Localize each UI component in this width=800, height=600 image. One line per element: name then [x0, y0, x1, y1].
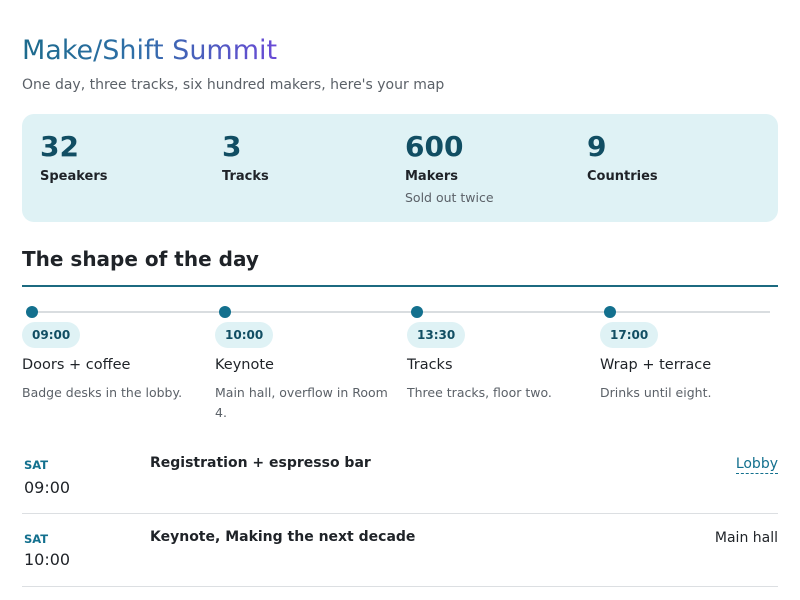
row-divider	[22, 586, 778, 587]
schedule-time: 09:00	[24, 478, 71, 497]
schedule-location-link[interactable]: Lobby	[735, 455, 778, 474]
timeline-time-badge: 17:00	[600, 322, 659, 348]
schedule-day: SAT	[24, 532, 49, 546]
timeline-stop-title: Tracks	[407, 357, 453, 373]
stat-label: Speakers	[40, 169, 108, 184]
schedule-location: Main hall	[714, 530, 778, 546]
schedule-time: 10:00	[24, 550, 71, 569]
timeline-track	[32, 311, 770, 313]
section-divider	[22, 285, 778, 287]
row-divider	[22, 513, 778, 514]
schedule-row: SAT 10:00 Keynote, Making the next decad…	[22, 529, 778, 589]
stat-countries: 9 Countries	[587, 130, 658, 186]
timeline-dot-icon	[219, 306, 231, 318]
timeline-time-badge: 10:00	[215, 322, 274, 348]
stat-value: 32	[40, 130, 79, 163]
timeline-stop-description: Three tracks, floor two.	[407, 385, 552, 400]
stats-panel: 32 Speakers 3 Tracks 600 Makers Sold out…	[22, 114, 778, 222]
stat-value: 3	[222, 130, 242, 163]
stat-tracks: 3 Tracks	[222, 130, 269, 186]
timeline-stop-description: Drinks until eight.	[600, 385, 712, 400]
timeline-stop-title: Keynote	[215, 357, 274, 373]
timeline-time-badge: 13:30	[407, 322, 466, 348]
stat-value: 600	[405, 130, 464, 163]
stat-value: 9	[587, 130, 607, 163]
timeline-dot-icon	[604, 306, 616, 318]
stat-label: Tracks	[222, 169, 269, 184]
section-heading: The shape of the day	[22, 247, 259, 271]
timeline-stop-description: Main hall, overflow in Room 4.	[215, 385, 388, 420]
schedule-session-name: Registration + espresso bar	[150, 455, 371, 471]
stat-label: Countries	[587, 169, 658, 184]
stat-note: Sold out twice	[405, 190, 494, 205]
stat-speakers: 32 Speakers	[40, 130, 108, 186]
schedule-row: SAT 09:00 Registration + espresso bar Lo…	[22, 455, 778, 515]
page-subtitle: One day, three tracks, six hundred maker…	[22, 77, 445, 93]
timeline-dot-icon	[26, 306, 38, 318]
page-title: Make/Shift Summit	[22, 33, 277, 69]
timeline-time-badge: 09:00	[22, 322, 81, 348]
timeline-stop-description: Badge desks in the lobby.	[22, 385, 183, 400]
schedule-session-name: Keynote, Making the next decade	[150, 529, 416, 545]
schedule-day: SAT	[24, 458, 49, 472]
timeline-dot-icon	[411, 306, 423, 318]
timeline-stop-title: Doors + coffee	[22, 357, 131, 373]
stat-label: Makers	[405, 169, 458, 184]
stat-makers: 600 Makers Sold out twice	[405, 130, 494, 206]
timeline-stop-title: Wrap + terrace	[600, 357, 712, 373]
